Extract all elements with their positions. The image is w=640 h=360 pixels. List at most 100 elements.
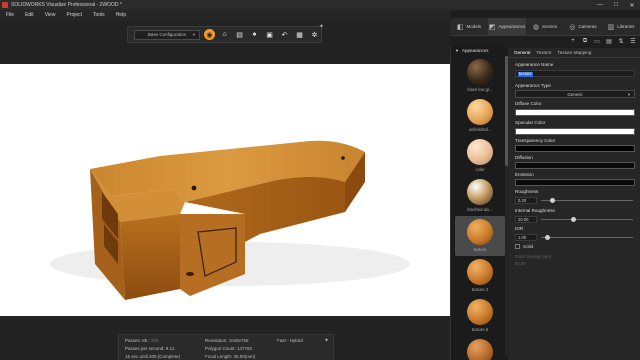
- scenes-icon: ◍: [532, 23, 540, 31]
- internal-roughness-knob[interactable]: [571, 217, 577, 222]
- cube-icon: ◧: [456, 23, 464, 31]
- material-sphere-thumbnail: [467, 219, 493, 245]
- printer-icon[interactable]: ▤: [234, 29, 245, 40]
- transparency-color-swatch[interactable]: [515, 145, 635, 152]
- diffuse-color-label: Diffuse Color: [515, 101, 542, 106]
- roughness-knob[interactable]: [550, 198, 556, 203]
- specular-color-swatch[interactable]: [515, 128, 635, 135]
- camera-icon[interactable]: ⌂: [219, 29, 230, 40]
- appearance-item-label: unfinished...: [468, 127, 492, 132]
- chevron-down-icon: ▼: [192, 32, 196, 37]
- color-density-value: 50.00: [515, 261, 526, 266]
- ior-track[interactable]: [541, 235, 633, 240]
- ior-knob[interactable]: [544, 235, 550, 240]
- status-pin-icon[interactable]: ✦: [324, 337, 329, 344]
- subtab-texture[interactable]: Texture: [536, 50, 551, 55]
- toolbar-pin-icon[interactable]: ✦: [319, 23, 324, 30]
- tab-libraries[interactable]: ▥ Libraries: [602, 18, 640, 35]
- diffusion-swatch[interactable]: [515, 162, 635, 169]
- settings-wheel-icon[interactable]: ✲: [309, 29, 320, 40]
- render-mode-stat: Fast - Hybrid: [277, 338, 303, 343]
- folder-icon[interactable]: ▭: [592, 38, 602, 45]
- polygon-count-stat: Polygon Count: 147760: [205, 346, 253, 351]
- tab-appearances[interactable]: ◩ Appearances: [488, 18, 526, 35]
- appearances-header[interactable]: ▼ Appearances: [451, 46, 509, 54]
- render-mode-icon[interactable]: ◉: [204, 29, 215, 40]
- undo-icon[interactable]: ↶: [279, 29, 290, 40]
- appearance-item[interactable]: texture: [455, 216, 505, 256]
- title-bar: SOLIDWORKS Visualize Professional - 2WOO…: [0, 0, 640, 10]
- roughness-value[interactable]: 0.20: [515, 197, 537, 204]
- appearance-item-label: texture: [473, 247, 487, 252]
- minimize-button[interactable]: —: [592, 0, 608, 10]
- add-icon[interactable]: +: [568, 38, 578, 44]
- duplicate-icon[interactable]: ⧉: [580, 38, 590, 45]
- app-logo-icon: [2, 2, 8, 8]
- menu-project[interactable]: Project: [66, 12, 82, 18]
- tab-scenes[interactable]: ◍ Scenes: [526, 18, 564, 35]
- roughness-track[interactable]: [541, 198, 633, 203]
- window-controls: — □ ✕: [592, 0, 640, 10]
- render-viewport[interactable]: [0, 64, 450, 316]
- appearance-item[interactable]: black low gl...: [455, 56, 505, 96]
- appearance-item[interactable]: texture 10: [455, 336, 505, 360]
- tab-appearances-label: Appearances: [498, 24, 526, 29]
- diffuse-color-swatch[interactable]: [515, 109, 635, 116]
- roughness-label: Roughness: [515, 189, 539, 194]
- sort-icon[interactable]: ⇅: [616, 38, 626, 45]
- appearance-item[interactable]: brushed alu...: [455, 176, 505, 216]
- appearance-type-select[interactable]: Generic ▼: [515, 90, 635, 98]
- internal-roughness-slider[interactable]: 20.00: [515, 216, 635, 224]
- appearance-name-label: Appearance Name: [515, 62, 554, 67]
- time-remaining-stat: 16 sec until 200 (Complete): [125, 354, 181, 359]
- menu-tools[interactable]: Tools: [93, 12, 105, 18]
- render-output-icon[interactable]: ▣: [264, 29, 275, 40]
- maximize-button[interactable]: □: [608, 0, 624, 10]
- window-title: SOLIDWORKS Visualize Professional - 2WOO…: [11, 2, 122, 8]
- internal-roughness-track[interactable]: [541, 217, 633, 222]
- tab-scenes-label: Scenes: [542, 24, 558, 29]
- appearance-properties: General Texture Texture Mapping Appearan…: [508, 48, 640, 360]
- teapot-icon[interactable]: ♠: [249, 29, 260, 40]
- appearance-item[interactable]: texture 3: [455, 256, 505, 296]
- tab-models-label: Models: [466, 24, 482, 29]
- close-button[interactable]: ✕: [624, 0, 640, 10]
- subtab-texture-mapping[interactable]: Texture Mapping: [557, 50, 591, 55]
- appearance-item-label: color: [475, 167, 485, 172]
- layers-icon[interactable]: ▤: [604, 38, 614, 45]
- focal-length-stat: Focal Length: 35.00(mm): [205, 354, 256, 359]
- appearance-item[interactable]: texture 6: [455, 296, 505, 336]
- configuration-select[interactable]: Base Configuration ▼: [134, 29, 200, 40]
- emission-swatch[interactable]: [515, 179, 635, 186]
- material-sphere-thumbnail: [467, 339, 493, 360]
- subtab-general[interactable]: General: [514, 50, 530, 55]
- solid-checkbox-row[interactable]: Solid: [515, 244, 533, 249]
- appearance-item-label: black low gl...: [467, 87, 493, 92]
- appearance-item[interactable]: unfinished...: [455, 96, 505, 136]
- chevron-down-icon: ▼: [627, 91, 631, 97]
- ior-value[interactable]: 1.00: [515, 234, 537, 241]
- roughness-slider[interactable]: 0.20: [515, 197, 635, 205]
- appearances-icon: ◩: [488, 23, 496, 31]
- menu-edit[interactable]: Edit: [25, 12, 34, 18]
- menu-help[interactable]: Help: [116, 12, 126, 18]
- appearance-name-input[interactable]: texture: [515, 70, 635, 77]
- list-view-icon[interactable]: ☰: [628, 38, 638, 45]
- appearance-item-label: texture 6: [471, 327, 489, 332]
- ior-slider[interactable]: 1.00: [515, 234, 635, 242]
- passes-stat: Passes: 86 / 200: [125, 338, 159, 343]
- menu-file[interactable]: File: [6, 12, 14, 18]
- tab-cameras[interactable]: ◎ Cameras: [564, 18, 602, 35]
- libraries-icon: ▥: [607, 23, 615, 31]
- ior-label: IOR: [515, 226, 524, 231]
- tab-models[interactable]: ◧ Models: [450, 18, 488, 35]
- appearance-name-value: texture: [518, 71, 533, 77]
- appearances-header-label: Appearances: [461, 47, 489, 53]
- material-sphere-thumbnail: [467, 59, 493, 85]
- menu-view[interactable]: View: [45, 12, 56, 18]
- appearance-item-label: texture 3: [471, 287, 489, 292]
- internal-roughness-value[interactable]: 20.00: [515, 216, 537, 223]
- appearance-item[interactable]: color: [455, 136, 505, 176]
- solid-checkbox[interactable]: [515, 244, 520, 249]
- grid-icon[interactable]: ▦: [294, 29, 305, 40]
